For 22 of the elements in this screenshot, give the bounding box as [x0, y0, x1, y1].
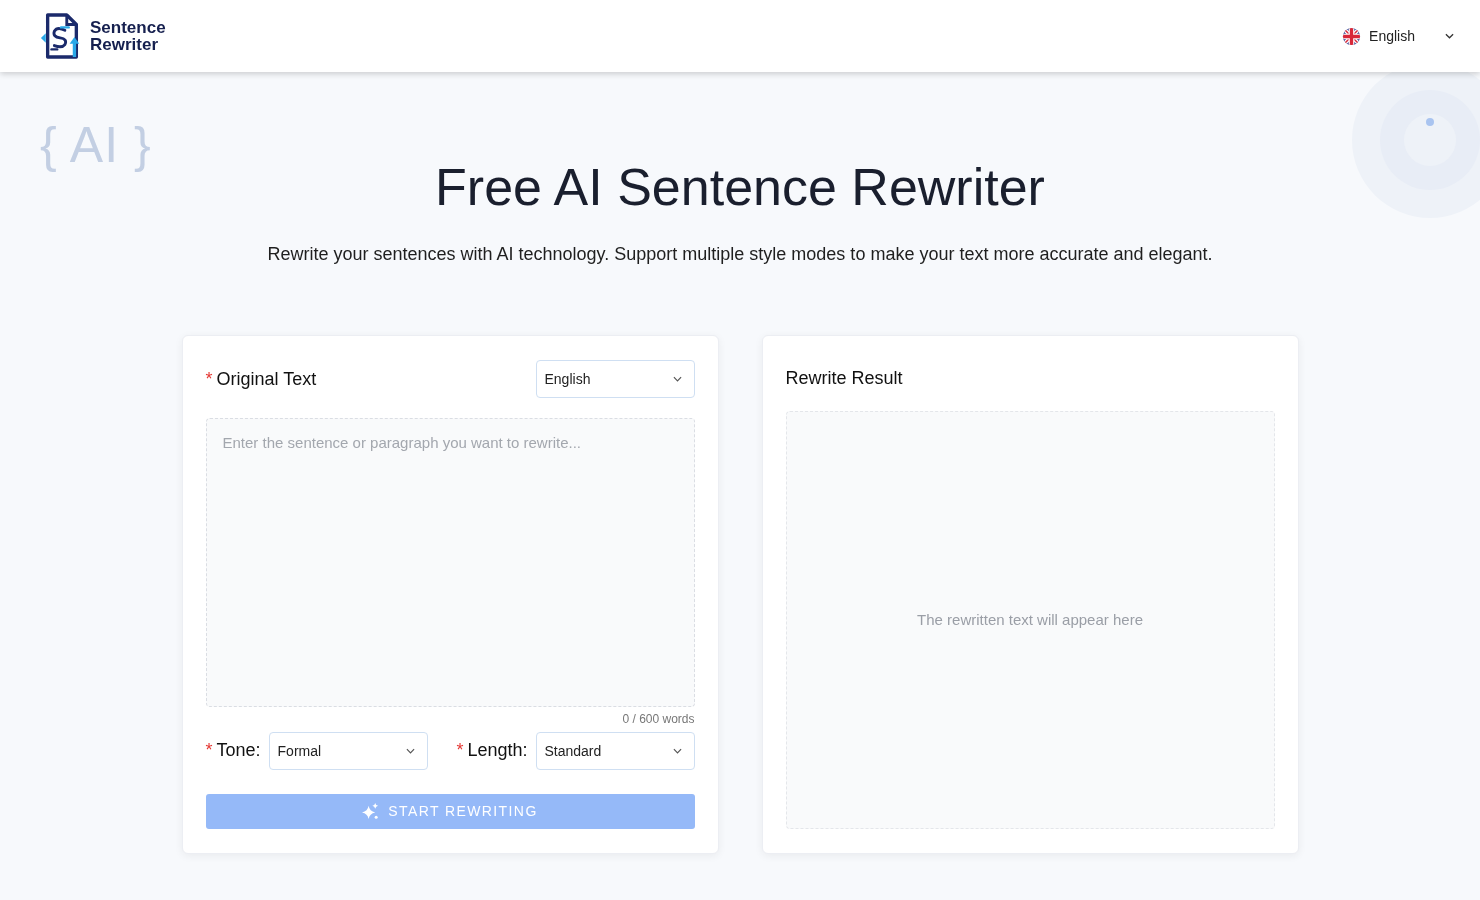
- required-mark: *: [205, 368, 213, 390]
- text-input-field[interactable]: Enter the sentence or paragraph you want to rewrite...: [205, 418, 695, 707]
- flag-icon: [1342, 26, 1362, 46]
- sparkle-icon: [362, 802, 380, 820]
- language-selector[interactable]: English: [1342, 22, 1454, 50]
- word-count: 0 / 600 words: [622, 711, 695, 726]
- page-title: Free AI Sentence Rewriter: [434, 157, 1046, 218]
- required-mark: *: [205, 740, 213, 762]
- option-select[interactable]: Formal: [268, 731, 428, 770]
- panel-title: Rewrite Result: [785, 367, 903, 389]
- field-label: Original Text: [216, 368, 317, 390]
- language-select[interactable]: English: [535, 360, 695, 398]
- chevron-down-icon: [672, 376, 682, 382]
- field-label: Tone:: [216, 740, 261, 762]
- chevron-down-icon: [1445, 33, 1454, 39]
- logo-text[interactable]: Sentence Rewriter: [90, 19, 166, 53]
- page-subtitle: Rewrite your sentences with AI technology. Support multiple style modes to make your text more accurate and elegant.: [266, 244, 1214, 265]
- field-label: Length:: [467, 740, 528, 762]
- chevron-down-icon: [672, 747, 682, 754]
- required-mark: *: [456, 740, 464, 762]
- option-select[interactable]: Standard: [535, 731, 695, 770]
- chevron-down-icon: [405, 747, 415, 754]
